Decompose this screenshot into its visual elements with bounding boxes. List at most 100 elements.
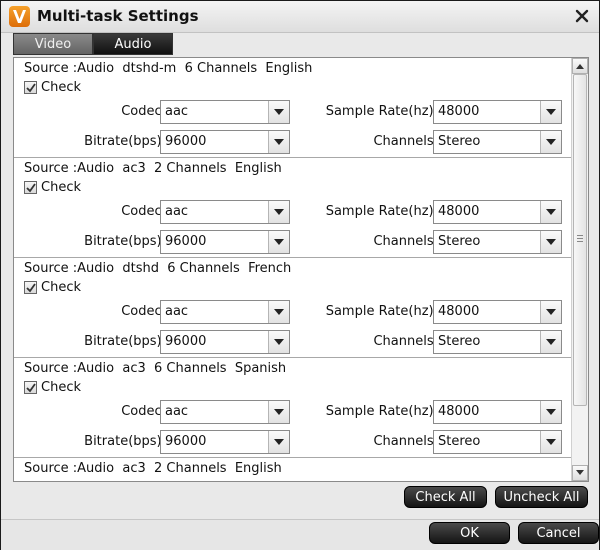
checkbox-label: Check	[41, 280, 81, 295]
bitrate-select[interactable]: 96000	[160, 330, 290, 354]
chevron-down-icon[interactable]	[268, 301, 289, 323]
ok-button[interactable]: OK	[429, 522, 510, 544]
title-bar: Multi-task Settings	[1, 1, 599, 33]
bitrate-label: Bitrate(bps):	[84, 234, 166, 249]
checkbox-box[interactable]	[24, 181, 37, 194]
sample-rate-value: 48000	[438, 204, 480, 219]
sample-rate-value: 48000	[438, 304, 480, 319]
uncheck-all-button[interactable]: Uncheck All	[495, 486, 588, 508]
audio-track-section: Source :Audio ac3 2 Channels English Che…	[14, 158, 572, 258]
checkbox-box[interactable]	[24, 381, 37, 394]
chevron-down-icon[interactable]	[268, 401, 289, 423]
sample-rate-label: Sample Rate(hz):	[325, 304, 438, 319]
checkbox-label: Check	[41, 480, 81, 481]
bitrate-select[interactable]: 96000	[160, 230, 290, 254]
source-label: Source :Audio ac3 2 Channels English	[24, 461, 282, 476]
scrollbar-thumb[interactable]	[573, 74, 587, 406]
codec-value: aac	[165, 404, 189, 419]
checkbox-box[interactable]	[24, 81, 37, 94]
chevron-down-icon[interactable]	[268, 131, 289, 153]
channels-value: Stereo	[438, 434, 481, 449]
check-all-button[interactable]: Check All	[404, 486, 487, 508]
source-label: Source :Audio ac3 2 Channels English	[24, 161, 282, 176]
sample-rate-select[interactable]: 48000	[433, 200, 562, 224]
checkbox-label: Check	[41, 180, 81, 195]
source-label: Source :Audio ac3 6 Channels Spanish	[24, 361, 287, 376]
sample-rate-label: Sample Rate(hz):	[325, 404, 438, 419]
checkmark-icon	[26, 83, 36, 93]
bitrate-label: Bitrate(bps):	[84, 434, 166, 449]
bitrate-select[interactable]: 96000	[160, 430, 290, 454]
audio-track-section: Source :Audio dtshd-m 6 Channels English…	[14, 58, 572, 158]
channels-label: Channels:	[373, 334, 438, 349]
window-title: Multi-task Settings	[37, 7, 199, 25]
chevron-down-icon[interactable]	[268, 101, 289, 123]
bitrate-label: Bitrate(bps):	[84, 334, 166, 349]
checkmark-icon	[26, 183, 36, 193]
scroll-down-button[interactable]	[572, 465, 588, 481]
scroll-up-button[interactable]	[572, 58, 588, 74]
codec-value: aac	[165, 204, 189, 219]
sample-rate-label: Sample Rate(hz):	[325, 104, 438, 119]
audio-track-section: Source :Audio ac3 2 Channels English Che…	[14, 458, 572, 481]
sample-rate-select[interactable]: 48000	[433, 100, 562, 124]
checkmark-icon	[26, 283, 36, 293]
cancel-button[interactable]: Cancel	[518, 522, 599, 544]
channels-value: Stereo	[438, 234, 481, 249]
tab-video[interactable]: Video	[13, 33, 93, 55]
chevron-down-icon[interactable]	[268, 331, 289, 353]
audio-settings-panel: Source :Audio dtshd-m 6 Channels English…	[13, 57, 589, 482]
bitrate-value: 96000	[165, 434, 207, 449]
chevron-down-icon[interactable]	[540, 431, 561, 453]
vertical-scrollbar[interactable]	[571, 58, 588, 481]
channels-label: Channels:	[373, 134, 438, 149]
channels-label: Channels:	[373, 234, 438, 249]
channels-select[interactable]: Stereo	[433, 430, 562, 454]
source-label: Source :Audio dtshd-m 6 Channels English	[24, 61, 313, 76]
checkmark-icon	[26, 383, 36, 393]
channels-label: Channels:	[373, 434, 438, 449]
codec-select[interactable]: aac	[160, 300, 290, 324]
close-icon[interactable]	[573, 7, 591, 25]
chevron-down-icon[interactable]	[540, 231, 561, 253]
chevron-down-icon[interactable]	[540, 131, 561, 153]
tab-audio[interactable]: Audio	[93, 33, 173, 55]
chevron-down-icon[interactable]	[540, 331, 561, 353]
dialog-window: Multi-task Settings Video Audio Source :…	[0, 0, 600, 550]
codec-select[interactable]: aac	[160, 200, 290, 224]
source-label: Source :Audio dtshd 6 Channels French	[24, 261, 292, 276]
sample-rate-value: 48000	[438, 104, 480, 119]
app-logo-icon	[9, 6, 30, 27]
chevron-down-icon[interactable]	[540, 101, 561, 123]
audio-track-section: Source :Audio dtshd 6 Channels French Ch…	[14, 258, 572, 358]
bitrate-value: 96000	[165, 134, 207, 149]
scroll-grip-icon	[577, 235, 583, 244]
bitrate-value: 96000	[165, 334, 207, 349]
sample-rate-value: 48000	[438, 404, 480, 419]
channels-select[interactable]: Stereo	[433, 130, 562, 154]
checkbox-label: Check	[41, 80, 81, 95]
checkbox-box[interactable]	[24, 281, 37, 294]
chevron-down-icon[interactable]	[268, 201, 289, 223]
bitrate-select[interactable]: 96000	[160, 130, 290, 154]
audio-track-section: Source :Audio ac3 6 Channels Spanish Che…	[14, 358, 572, 458]
chevron-down-icon[interactable]	[540, 301, 561, 323]
channels-select[interactable]: Stereo	[433, 230, 562, 254]
codec-select[interactable]: aac	[160, 100, 290, 124]
channels-value: Stereo	[438, 334, 481, 349]
codec-value: aac	[165, 104, 189, 119]
bitrate-label: Bitrate(bps):	[84, 134, 166, 149]
checkbox-label: Check	[41, 380, 81, 395]
sample-rate-select[interactable]: 48000	[433, 400, 562, 424]
chevron-down-icon[interactable]	[540, 401, 561, 423]
codec-value: aac	[165, 304, 189, 319]
audio-track-list: Source :Audio dtshd-m 6 Channels English…	[14, 58, 572, 481]
chevron-down-icon[interactable]	[540, 201, 561, 223]
bitrate-value: 96000	[165, 234, 207, 249]
channels-value: Stereo	[438, 134, 481, 149]
chevron-down-icon[interactable]	[268, 431, 289, 453]
codec-select[interactable]: aac	[160, 400, 290, 424]
chevron-down-icon[interactable]	[268, 231, 289, 253]
channels-select[interactable]: Stereo	[433, 330, 562, 354]
sample-rate-select[interactable]: 48000	[433, 300, 562, 324]
